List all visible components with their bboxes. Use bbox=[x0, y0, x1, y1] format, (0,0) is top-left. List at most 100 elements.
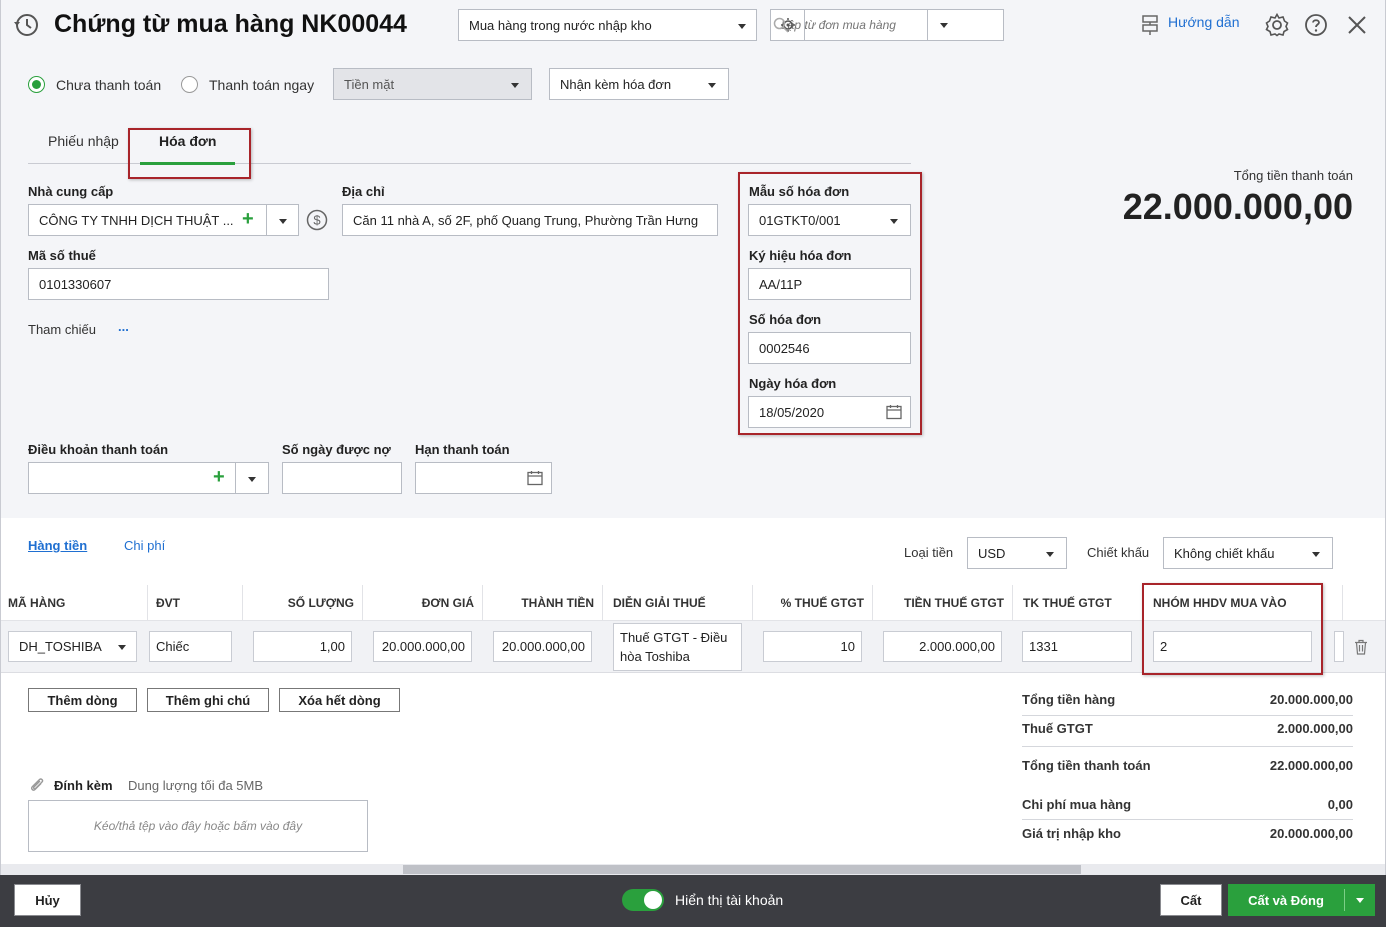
tab-receipt[interactable]: Phiếu nhập bbox=[48, 133, 119, 149]
chevron-down-icon bbox=[1046, 552, 1054, 557]
chevron-down-icon bbox=[511, 83, 519, 88]
due-date-input[interactable] bbox=[415, 462, 552, 494]
unit-price-value: 20.000.000,00 bbox=[381, 639, 465, 654]
reference-label: Tham chiếu bbox=[28, 322, 96, 337]
order-dropdown-button[interactable] bbox=[928, 10, 960, 40]
tax-desc-input[interactable]: Thuế GTGT - Điều hòa Toshiba bbox=[613, 623, 742, 671]
summary-goods-value: 20.000.000,00 bbox=[1269, 692, 1353, 707]
col-quantity: SỐ LƯỢNG bbox=[243, 585, 363, 621]
unpaid-radio[interactable] bbox=[28, 76, 45, 93]
address-input[interactable]: Căn 11 nhà A, số 2F, phố Quang Trung, Ph… bbox=[342, 204, 718, 236]
summary-purchase-cost-value: 0,00 bbox=[1327, 797, 1353, 812]
summary-total-label: Tổng tiền thanh toán bbox=[1022, 758, 1151, 773]
discount-select[interactable]: Không chiết khấu bbox=[1163, 537, 1333, 569]
guide-icon[interactable] bbox=[1138, 12, 1162, 38]
summary-goods-label: Tổng tiền hàng bbox=[1022, 692, 1116, 707]
attachment-dropzone[interactable]: Kéo/thả tệp vào đây hoặc bấm vào đây bbox=[28, 800, 368, 852]
trash-icon[interactable] bbox=[1352, 638, 1370, 656]
guide-link[interactable]: Hướng dẫn bbox=[1168, 14, 1239, 30]
col-vat-rate: % THUẾ GTGT bbox=[753, 585, 873, 621]
col-item-code: MÃ HÀNG bbox=[0, 585, 148, 621]
quantity-input[interactable]: 1,00 bbox=[253, 631, 352, 662]
vat-rate-value: 10 bbox=[840, 639, 855, 654]
attachment-limit: Dung lượng tối đa 5MB bbox=[128, 778, 264, 793]
chevron-down-icon bbox=[1356, 898, 1364, 903]
total-label: Tổng tiền thanh toán bbox=[1233, 168, 1353, 183]
settings-icon[interactable] bbox=[1264, 12, 1290, 38]
due-date-label: Hạn thanh toán bbox=[415, 442, 510, 457]
credit-days-input[interactable] bbox=[282, 462, 402, 494]
invoice-option-select[interactable]: Nhận kèm hóa đơn bbox=[549, 68, 729, 100]
discount-label: Chiết khấu bbox=[1087, 545, 1150, 560]
chevron-down-icon bbox=[118, 645, 126, 650]
summary-vat-value: 2.000.000,00 bbox=[1277, 721, 1353, 736]
save-button[interactable]: Cất bbox=[1160, 884, 1222, 916]
summary-purchase-cost-label: Chi phí mua hàng bbox=[1022, 797, 1132, 812]
discount-value: Không chiết khấu bbox=[1174, 545, 1275, 561]
vat-amount-value: 2.000.000,00 bbox=[919, 639, 995, 654]
search-icon[interactable] bbox=[771, 10, 791, 40]
vat-account-input[interactable]: 1331 bbox=[1022, 631, 1132, 662]
cancel-button[interactable]: Hủy bbox=[14, 884, 81, 916]
show-account-toggle[interactable] bbox=[622, 889, 664, 911]
summary-divider bbox=[1022, 746, 1353, 747]
horizontal-scrollbar[interactable] bbox=[1, 864, 1385, 875]
summary-divider bbox=[1022, 715, 1353, 716]
history-icon[interactable] bbox=[12, 11, 40, 39]
tab-goods[interactable]: Hàng tiền bbox=[28, 538, 87, 553]
unit-input[interactable]: Chiếc bbox=[149, 631, 232, 662]
amount-input[interactable]: 20.000.000,00 bbox=[493, 631, 592, 662]
paid-now-radio[interactable] bbox=[181, 76, 198, 93]
chevron-down-icon bbox=[738, 24, 746, 29]
add-term-icon[interactable]: + bbox=[213, 466, 225, 489]
payment-terms-label: Điều khoản thanh toán bbox=[28, 442, 169, 457]
unit-price-input[interactable]: 20.000.000,00 bbox=[373, 631, 472, 662]
item-code-value: DH_TOSHIBA bbox=[19, 639, 102, 654]
summary-stock-value-label: Giá trị nhập kho bbox=[1022, 826, 1121, 841]
voucher-type-select[interactable]: Mua hàng trong nước nhập kho bbox=[458, 9, 757, 41]
voucher-type-value: Mua hàng trong nước nhập kho bbox=[469, 17, 652, 33]
payment-method-value: Tiền mặt bbox=[344, 76, 395, 92]
tax-code-input[interactable]: 0101330607 bbox=[28, 268, 329, 300]
item-code-select[interactable]: DH_TOSHIBA bbox=[8, 631, 137, 662]
tab-costs[interactable]: Chi phí bbox=[124, 538, 165, 553]
add-row-button[interactable]: Thêm dòng bbox=[28, 688, 137, 712]
dollar-icon[interactable]: $ bbox=[305, 208, 329, 232]
attachment-label: Đính kèm bbox=[54, 778, 113, 793]
chevron-down-icon bbox=[1312, 552, 1320, 557]
reference-more-link[interactable]: ... bbox=[118, 319, 129, 334]
tax-code-value: 0101330607 bbox=[39, 276, 112, 292]
vat-amount-input[interactable]: 2.000.000,00 bbox=[883, 631, 1002, 662]
chevron-down-icon bbox=[279, 219, 287, 224]
add-note-button[interactable]: Thêm ghi chú bbox=[147, 688, 269, 712]
tax-code-label: Mã số thuế bbox=[28, 248, 96, 263]
overflow-cell bbox=[1334, 631, 1344, 662]
save-close-label: Cất và Đóng bbox=[1248, 892, 1324, 908]
close-icon[interactable] bbox=[1345, 13, 1369, 37]
col-unit-price: ĐƠN GIÁ bbox=[363, 585, 483, 621]
calendar-icon[interactable] bbox=[527, 470, 543, 486]
total-amount: 22.000.000,00 bbox=[1122, 186, 1353, 227]
invoice-option-value: Nhận kèm hóa đơn bbox=[560, 76, 672, 92]
add-supplier-icon[interactable]: + bbox=[242, 208, 254, 231]
highlight-goods-group bbox=[1142, 583, 1323, 675]
address-label: Địa chỉ bbox=[342, 184, 385, 199]
save-close-button[interactable]: Cất và Đóng bbox=[1228, 884, 1375, 916]
toggle-knob bbox=[644, 891, 662, 909]
paid-now-label: Thanh toán ngay bbox=[209, 77, 315, 93]
supplier-select[interactable]: CÔNG TY TNHH DỊCH THUẬT ... + bbox=[28, 204, 299, 236]
currency-value: USD bbox=[978, 545, 1006, 561]
payment-terms-select[interactable]: + bbox=[28, 462, 269, 494]
currency-select[interactable]: USD bbox=[967, 537, 1067, 569]
tax-desc-value: Thuế GTGT - Điều hòa Toshiba bbox=[620, 630, 728, 664]
address-value: Căn 11 nhà A, số 2F, phố Quang Trung, Ph… bbox=[353, 212, 699, 228]
scrollbar-thumb[interactable] bbox=[403, 865, 1081, 874]
highlight-tab bbox=[128, 128, 251, 179]
currency-label: Loại tiền bbox=[904, 545, 954, 560]
help-icon[interactable] bbox=[1303, 12, 1329, 38]
vat-rate-input[interactable]: 10 bbox=[763, 631, 862, 662]
delete-all-rows-button[interactable]: Xóa hết dòng bbox=[279, 688, 400, 712]
summary-vat-label: Thuế GTGT bbox=[1022, 721, 1093, 736]
order-search-group bbox=[770, 9, 1004, 41]
save-options-dropdown[interactable] bbox=[1345, 884, 1375, 916]
